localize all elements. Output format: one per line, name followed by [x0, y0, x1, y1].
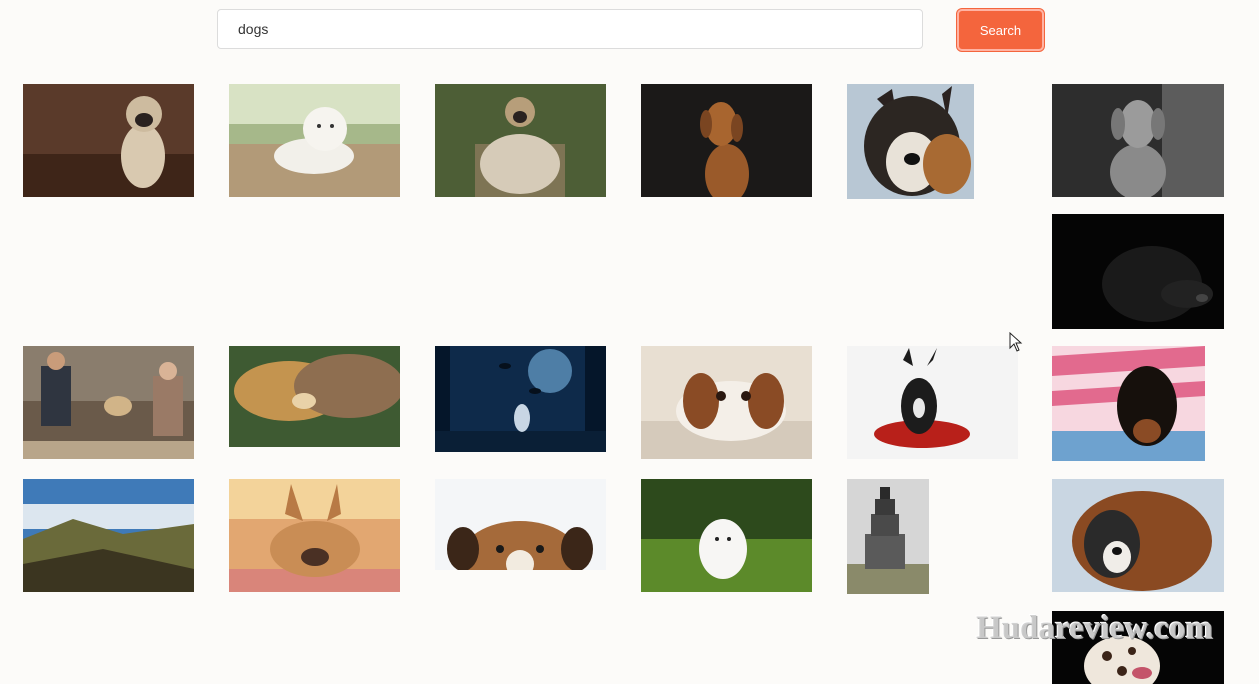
- search-button[interactable]: Search: [957, 9, 1044, 51]
- photo-french-bulldog-pillow[interactable]: [847, 346, 1018, 459]
- watermark: Hudareview.com: [976, 610, 1213, 646]
- photo-labrador-puppy[interactable]: [229, 84, 400, 197]
- photo-husky[interactable]: [847, 84, 974, 199]
- search-input[interactable]: [217, 9, 923, 49]
- photo-pug-floor[interactable]: [23, 84, 194, 197]
- photo-weimaraner[interactable]: [1052, 84, 1224, 197]
- photo-dachshund-puppy[interactable]: [1052, 346, 1205, 461]
- photo-dog-and-cat[interactable]: [229, 346, 400, 447]
- image-search-page: Search: [0, 0, 1259, 684]
- photo-white-puppy-grass[interactable]: [641, 479, 812, 592]
- photo-french-bulldog-sunlight[interactable]: [229, 479, 400, 592]
- photo-black-dog-profile[interactable]: [1052, 214, 1224, 329]
- photo-saint-bernard-snow[interactable]: [1052, 479, 1224, 592]
- photo-cavalier-spaniel[interactable]: [641, 346, 812, 459]
- photo-mountain-dog[interactable]: [23, 479, 194, 592]
- mouse-cursor-icon: [1009, 332, 1023, 352]
- photo-pug-blanket[interactable]: [435, 84, 606, 197]
- photo-vizsla[interactable]: [641, 84, 812, 197]
- photo-couple-with-dog[interactable]: [23, 346, 194, 459]
- photo-forest-dog[interactable]: [435, 346, 606, 452]
- photo-animal-statue[interactable]: [847, 479, 929, 594]
- photo-dog-peeking[interactable]: [435, 479, 606, 570]
